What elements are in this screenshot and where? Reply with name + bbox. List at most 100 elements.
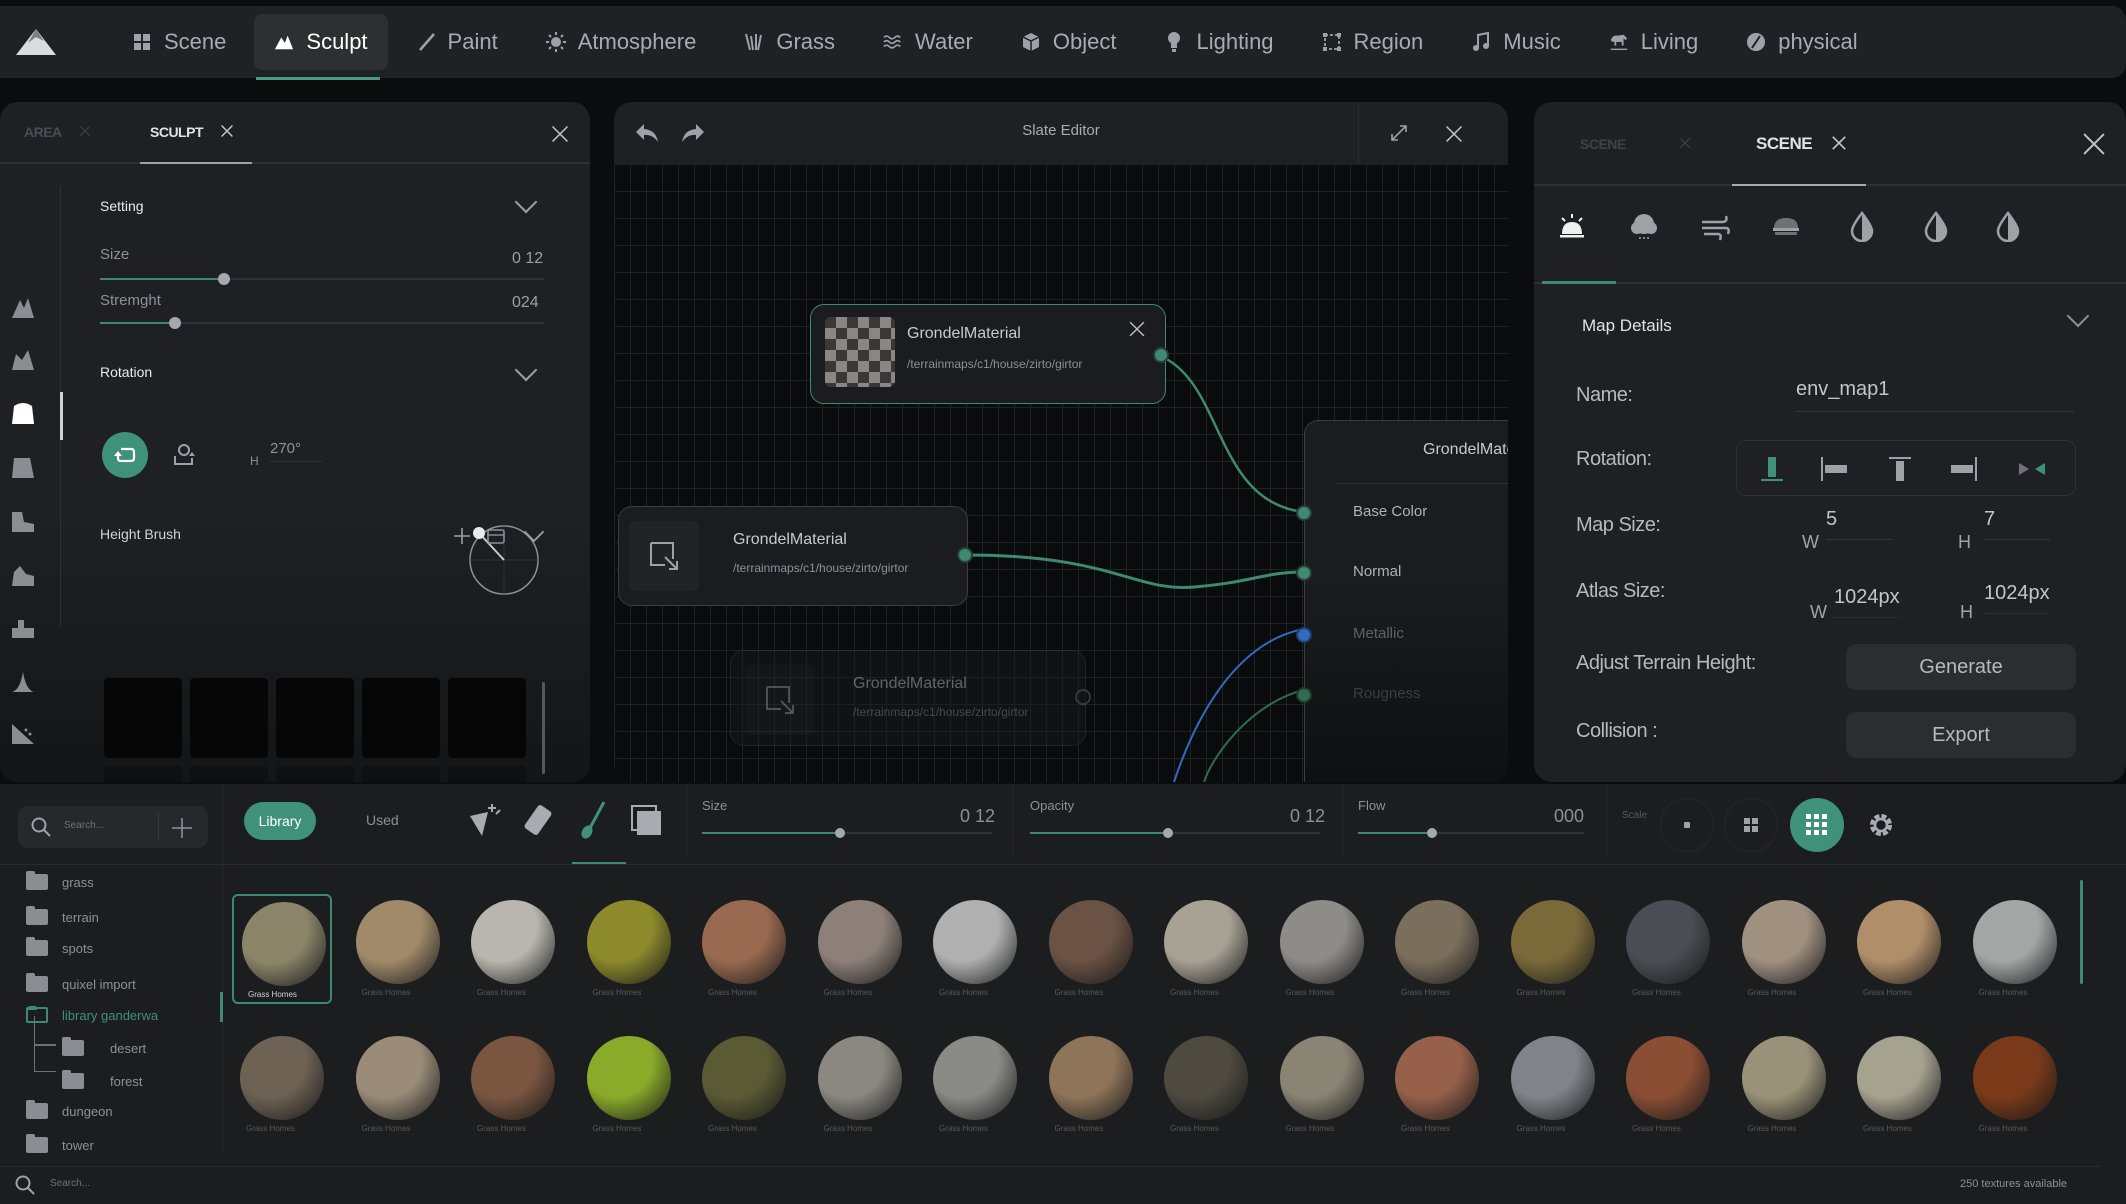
material-tile[interactable]: Grass Homes — [348, 1030, 448, 1140]
lower-terrain-icon[interactable] — [10, 346, 36, 372]
atlas-height-input[interactable]: 1024px — [1984, 582, 2050, 614]
rotation-h-input[interactable]: 270° — [270, 440, 322, 462]
height-brush-slot[interactable] — [190, 766, 268, 782]
material-tile[interactable]: Grass Homes — [1272, 1030, 1372, 1140]
view-large-button[interactable] — [1790, 798, 1844, 852]
material-tile[interactable]: Grass Homes — [1156, 894, 1256, 1004]
material-tile[interactable]: Grass Homes — [1503, 1030, 1603, 1140]
tab-area-close-icon[interactable] — [78, 124, 91, 137]
material-tile[interactable]: Grass Homes — [1734, 894, 1834, 1004]
nav-item-water[interactable]: Water — [863, 14, 993, 70]
nav-item-lighting[interactable]: Lighting — [1144, 14, 1293, 70]
material-node[interactable]: GrondelMaterial /terrainmaps/c1/house/zi… — [618, 506, 973, 606]
humidity-drop-icon[interactable] — [1846, 210, 1878, 242]
rotate-left-icon[interactable] — [1819, 455, 1849, 483]
material-tile[interactable]: Grass Homes — [232, 894, 332, 1004]
folder-quixel-import[interactable]: quixel import — [26, 973, 136, 992]
pin-basecolor-port[interactable] — [1296, 505, 1312, 521]
material-tile[interactable]: Grass Homes — [694, 894, 794, 1004]
tab-scene-close-icon[interactable] — [1830, 134, 1848, 152]
node-output-port[interactable] — [957, 547, 973, 563]
nav-item-music[interactable]: Music — [1451, 14, 1580, 70]
material-tile[interactable]: Grass Homes — [463, 1030, 563, 1140]
rotate-right-icon[interactable] — [1949, 455, 1979, 483]
materials-scrollbar[interactable] — [2080, 880, 2083, 984]
nav-item-scene[interactable]: Scene — [112, 14, 246, 70]
nav-item-region[interactable]: Region — [1302, 14, 1444, 70]
height-brush-slot[interactable] — [362, 678, 440, 758]
material-tile[interactable]: Grass Homes — [1387, 1030, 1487, 1140]
settings-button[interactable] — [1854, 798, 1908, 852]
tab-sculpt-close-icon[interactable] — [219, 123, 234, 138]
map-height-input[interactable]: 7 — [1984, 508, 2050, 540]
tab-scene-inactive-close-icon[interactable] — [1678, 136, 1691, 149]
library-search-box[interactable]: Search... — [18, 806, 208, 848]
pin-metallic-port[interactable] — [1296, 627, 1312, 643]
map-details-chevron-icon[interactable] — [2066, 304, 2090, 328]
add-icon[interactable] — [170, 816, 194, 840]
layers-icon[interactable] — [628, 802, 664, 838]
add-brush-icon[interactable] — [452, 526, 472, 546]
folder-forest[interactable]: forest — [62, 1070, 143, 1089]
nav-item-physical[interactable]: physical — [1726, 14, 1877, 70]
height-brush-slot[interactable] — [104, 678, 182, 758]
noise-terrain-icon[interactable] — [10, 720, 36, 746]
material-tile[interactable]: Grass Homes — [1272, 894, 1372, 1004]
folder-brush-icon[interactable] — [486, 526, 506, 546]
material-tile[interactable]: Grass Homes — [1618, 894, 1718, 1004]
flatten-terrain-icon[interactable] — [10, 454, 36, 480]
wind-icon[interactable] — [1700, 210, 1732, 242]
smooth-terrain-icon[interactable] — [10, 400, 36, 426]
nav-item-atmosphere[interactable]: Atmosphere — [526, 14, 717, 70]
flow-knob[interactable] — [1426, 828, 1437, 838]
rotate-bottom-icon[interactable] — [1757, 455, 1787, 483]
opacity-knob[interactable] — [1163, 828, 1174, 838]
tab-scene-inactive[interactable]: SCENE — [1580, 136, 1626, 152]
brush-size-knob[interactable] — [835, 828, 846, 838]
nav-item-grass[interactable]: Grass — [724, 14, 855, 70]
tab-scene[interactable]: SCENE — [1756, 134, 1813, 154]
material-tile[interactable]: Grass Homes — [1041, 894, 1141, 1004]
folder-grass[interactable]: grass — [26, 871, 94, 890]
material-tile[interactable]: Grass Homes — [1156, 1030, 1256, 1140]
material-tile[interactable]: Grass Homes — [348, 894, 448, 1004]
material-tile[interactable]: Grass Homes — [1041, 1030, 1141, 1140]
pin-normal-port[interactable] — [1296, 565, 1312, 581]
cliff-terrain-icon[interactable] — [10, 508, 36, 534]
node-close-icon[interactable] — [1129, 321, 1146, 338]
height-brush-slot[interactable] — [448, 678, 526, 758]
material-tile[interactable]: Grass Homes — [925, 894, 1025, 1004]
footer-search-input[interactable]: Search... — [50, 1178, 90, 1189]
folder-desert[interactable]: desert — [62, 1037, 146, 1056]
peak-terrain-icon[interactable] — [10, 668, 36, 694]
eraser-icon[interactable] — [522, 800, 558, 840]
size-slider[interactable] — [100, 273, 544, 285]
fog-icon[interactable] — [1770, 210, 1802, 242]
material-tile[interactable]: Grass Homes — [1849, 894, 1949, 1004]
humidity-drop-icon[interactable] — [1920, 210, 1952, 242]
rotate-3d-icon[interactable] — [172, 442, 198, 468]
material-tile[interactable]: Grass Homes — [810, 894, 910, 1004]
setting-chevron-icon[interactable] — [514, 190, 538, 214]
material-tile[interactable]: Grass Homes — [1965, 894, 2065, 1004]
view-small-button[interactable] — [1660, 798, 1714, 852]
material-tile[interactable]: Grass Homes — [1734, 1030, 1834, 1140]
footer-search-icon[interactable] — [14, 1174, 36, 1196]
material-tile[interactable]: Grass Homes — [1849, 1030, 1949, 1140]
strength-slider[interactable] — [100, 317, 544, 329]
view-medium-button[interactable] — [1724, 798, 1778, 852]
material-tile[interactable]: Grass Homes — [925, 1030, 1025, 1140]
raise-terrain-icon[interactable] — [10, 294, 36, 320]
opacity-slider[interactable] — [1030, 828, 1320, 838]
library-tab[interactable]: Library — [244, 802, 316, 840]
flow-slider[interactable] — [1358, 828, 1584, 838]
folder-terrain[interactable]: terrain — [26, 906, 99, 925]
folder-dungeon[interactable]: dungeon — [26, 1100, 113, 1119]
app-logo[interactable] — [0, 6, 72, 78]
brush-size-slider[interactable] — [702, 828, 992, 838]
material-tile[interactable]: Grass Homes — [1965, 1030, 2065, 1140]
nav-item-object[interactable]: Object — [1001, 14, 1137, 70]
tree-scrollbar[interactable] — [220, 992, 223, 1022]
height-brush-slot[interactable] — [276, 678, 354, 758]
magic-select-icon[interactable] — [466, 800, 506, 840]
